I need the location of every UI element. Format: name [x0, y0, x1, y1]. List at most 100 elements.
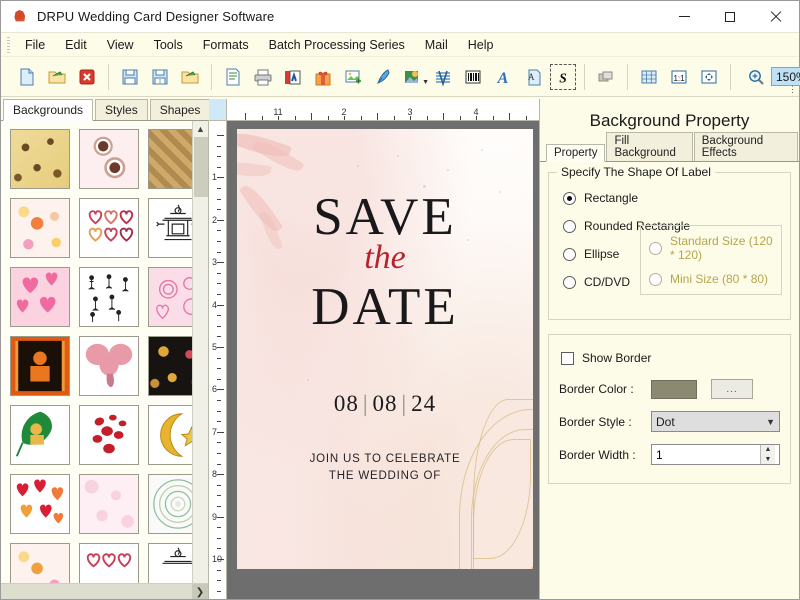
- signature-icon[interactable]: [430, 64, 456, 90]
- ruler-tick: [217, 209, 221, 210]
- menu-grip[interactable]: [7, 37, 10, 53]
- thumbnail-pastel-blossom-scatter[interactable]: [10, 198, 70, 258]
- actual-size-icon[interactable]: 1:1: [666, 64, 692, 90]
- thumbnail-pink-elephant-motif[interactable]: [79, 336, 139, 396]
- thumbnail-wedding-couple-doodles[interactable]: [79, 267, 139, 327]
- fit-to-window-icon[interactable]: [696, 64, 722, 90]
- toolbar-separator: [584, 64, 585, 90]
- tab-styles[interactable]: Styles: [95, 99, 148, 120]
- toolbar-separator: [211, 64, 212, 90]
- ruler-tick: [217, 294, 221, 295]
- gift-card-icon[interactable]: [310, 64, 336, 90]
- ruler-tick: [328, 116, 329, 120]
- close-document-icon[interactable]: [74, 64, 100, 90]
- border-width-input[interactable]: 1 ▲ ▼: [651, 444, 780, 465]
- ruler-label: 4: [473, 107, 478, 117]
- layers-icon[interactable]: [593, 64, 619, 90]
- radio-rounded-rectangle-indicator[interactable]: [563, 220, 576, 233]
- show-border-row[interactable]: Show Border: [561, 351, 780, 365]
- toolbar-overflow-icon[interactable]: ⋮: [788, 84, 797, 95]
- bell-icon: [11, 8, 29, 26]
- thumbnail-green-leaf-ganesha[interactable]: [10, 405, 70, 465]
- ruler-tick: [217, 474, 224, 475]
- radio-ellipse-indicator[interactable]: [563, 248, 576, 261]
- stepper-down-icon[interactable]: ▼: [761, 455, 775, 465]
- pen-tool-icon[interactable]: [370, 64, 396, 90]
- tab-background-effects[interactable]: Background Effects: [694, 132, 798, 161]
- menu-bar: File Edit View Tools Formats Batch Proce…: [1, 33, 799, 57]
- thumbnails-vertical-scrollbar[interactable]: ▲: [192, 121, 208, 583]
- menu-tools[interactable]: Tools: [144, 35, 193, 55]
- border-color-browse-button[interactable]: ...: [711, 379, 753, 399]
- open-recent-icon[interactable]: [177, 64, 203, 90]
- new-document-icon[interactable]: [14, 64, 40, 90]
- menu-file[interactable]: File: [15, 35, 55, 55]
- watermark-text-icon[interactable]: A: [520, 64, 546, 90]
- thumbnail-outline-hearts-grid[interactable]: [79, 198, 139, 258]
- radio-rectangle-indicator[interactable]: [563, 192, 576, 205]
- date-part: 24: [411, 391, 436, 416]
- menu-batch-processing-series[interactable]: Batch Processing Series: [259, 35, 415, 55]
- thumbnail-gold-floral-damask[interactable]: [10, 129, 70, 189]
- tab-shapes[interactable]: Shapes: [150, 99, 211, 120]
- border-color-swatch[interactable]: [651, 380, 697, 399]
- ruler-label: 6: [212, 384, 217, 394]
- radio-rectangle[interactable]: Rectangle: [563, 191, 780, 205]
- properties-icon[interactable]: [220, 64, 246, 90]
- card-invite-text: JOIN US TO CELEBRATE THE WEDDING OF: [237, 451, 533, 485]
- menu-formats[interactable]: Formats: [193, 35, 259, 55]
- menu-mail[interactable]: Mail: [415, 35, 458, 55]
- tab-property[interactable]: Property: [546, 144, 605, 162]
- close-button[interactable]: [753, 1, 799, 33]
- thumbnail-scroll-area: ▲ ❯: [1, 121, 208, 599]
- menu-help[interactable]: Help: [458, 35, 504, 55]
- barcode-icon[interactable]: [460, 64, 486, 90]
- maximize-button[interactable]: [707, 1, 753, 33]
- scroll-up-icon[interactable]: ▲: [193, 121, 208, 137]
- radio-cd-dvd-indicator[interactable]: [563, 276, 576, 289]
- tab-backgrounds[interactable]: Backgrounds: [3, 99, 93, 121]
- show-border-checkbox[interactable]: [561, 352, 574, 365]
- text-icon[interactable]: A: [490, 64, 516, 90]
- print-icon[interactable]: [250, 64, 276, 90]
- ruler-tick: [526, 116, 527, 120]
- tab-fill-background[interactable]: Fill Background: [606, 132, 692, 161]
- add-image-icon[interactable]: [340, 64, 366, 90]
- ruler-tick: [443, 113, 444, 120]
- thumbnail-soft-pink-hearts-texture[interactable]: [79, 474, 139, 534]
- zoom-in-icon[interactable]: [743, 64, 769, 90]
- ruler-tick: [217, 389, 224, 390]
- thumbnail-pink-paisley-mandala[interactable]: [79, 129, 139, 189]
- shape-s-icon[interactable]: S: [550, 64, 576, 90]
- thumbnail-grid: [1, 121, 208, 599]
- toolbar-separator: [108, 64, 109, 90]
- menu-view[interactable]: View: [97, 35, 144, 55]
- thumbnail-pink-hearts-pattern[interactable]: [10, 267, 70, 327]
- thumbnail-red-rose-petals[interactable]: [79, 405, 139, 465]
- thumbnail-orange-ganesha-tapestry[interactable]: [10, 336, 70, 396]
- menu-edit[interactable]: Edit: [55, 35, 97, 55]
- thumbnail-red-glitter-hearts[interactable]: [10, 474, 70, 534]
- canvas-workspace[interactable]: SAVE the DATE 08|08|24 JOIN US TO CELEBR…: [227, 121, 539, 599]
- scroll-right-icon[interactable]: ❯: [192, 584, 208, 599]
- border-style-select[interactable]: Dot ▼: [651, 411, 780, 432]
- stepper-up-icon[interactable]: ▲: [761, 445, 775, 455]
- scrollbar-thumb[interactable]: [194, 137, 208, 197]
- open-folder-icon[interactable]: [44, 64, 70, 90]
- radio-ellipse-label: Ellipse: [584, 247, 619, 261]
- save-icon[interactable]: [117, 64, 143, 90]
- left-panel-tabs: Backgrounds Styles Shapes: [1, 99, 208, 121]
- thumbnails-horizontal-scrollbar[interactable]: ❯: [1, 583, 208, 599]
- date-separator: |: [398, 391, 412, 416]
- window-controls: [661, 1, 799, 33]
- print-preview-icon[interactable]: [280, 64, 306, 90]
- wedding-card-design[interactable]: SAVE the DATE 08|08|24 JOIN US TO CELEBR…: [237, 129, 533, 569]
- minimize-button[interactable]: [661, 1, 707, 33]
- ruler-tick: [217, 315, 221, 316]
- grid-icon[interactable]: [636, 64, 662, 90]
- border-width-value: 1: [656, 448, 663, 462]
- backgrounds-panel: Backgrounds Styles Shapes: [1, 99, 209, 599]
- border-width-stepper[interactable]: ▲ ▼: [760, 445, 775, 464]
- save-as-icon[interactable]: I: [147, 64, 173, 90]
- picture-fill-icon[interactable]: ▼: [400, 64, 426, 90]
